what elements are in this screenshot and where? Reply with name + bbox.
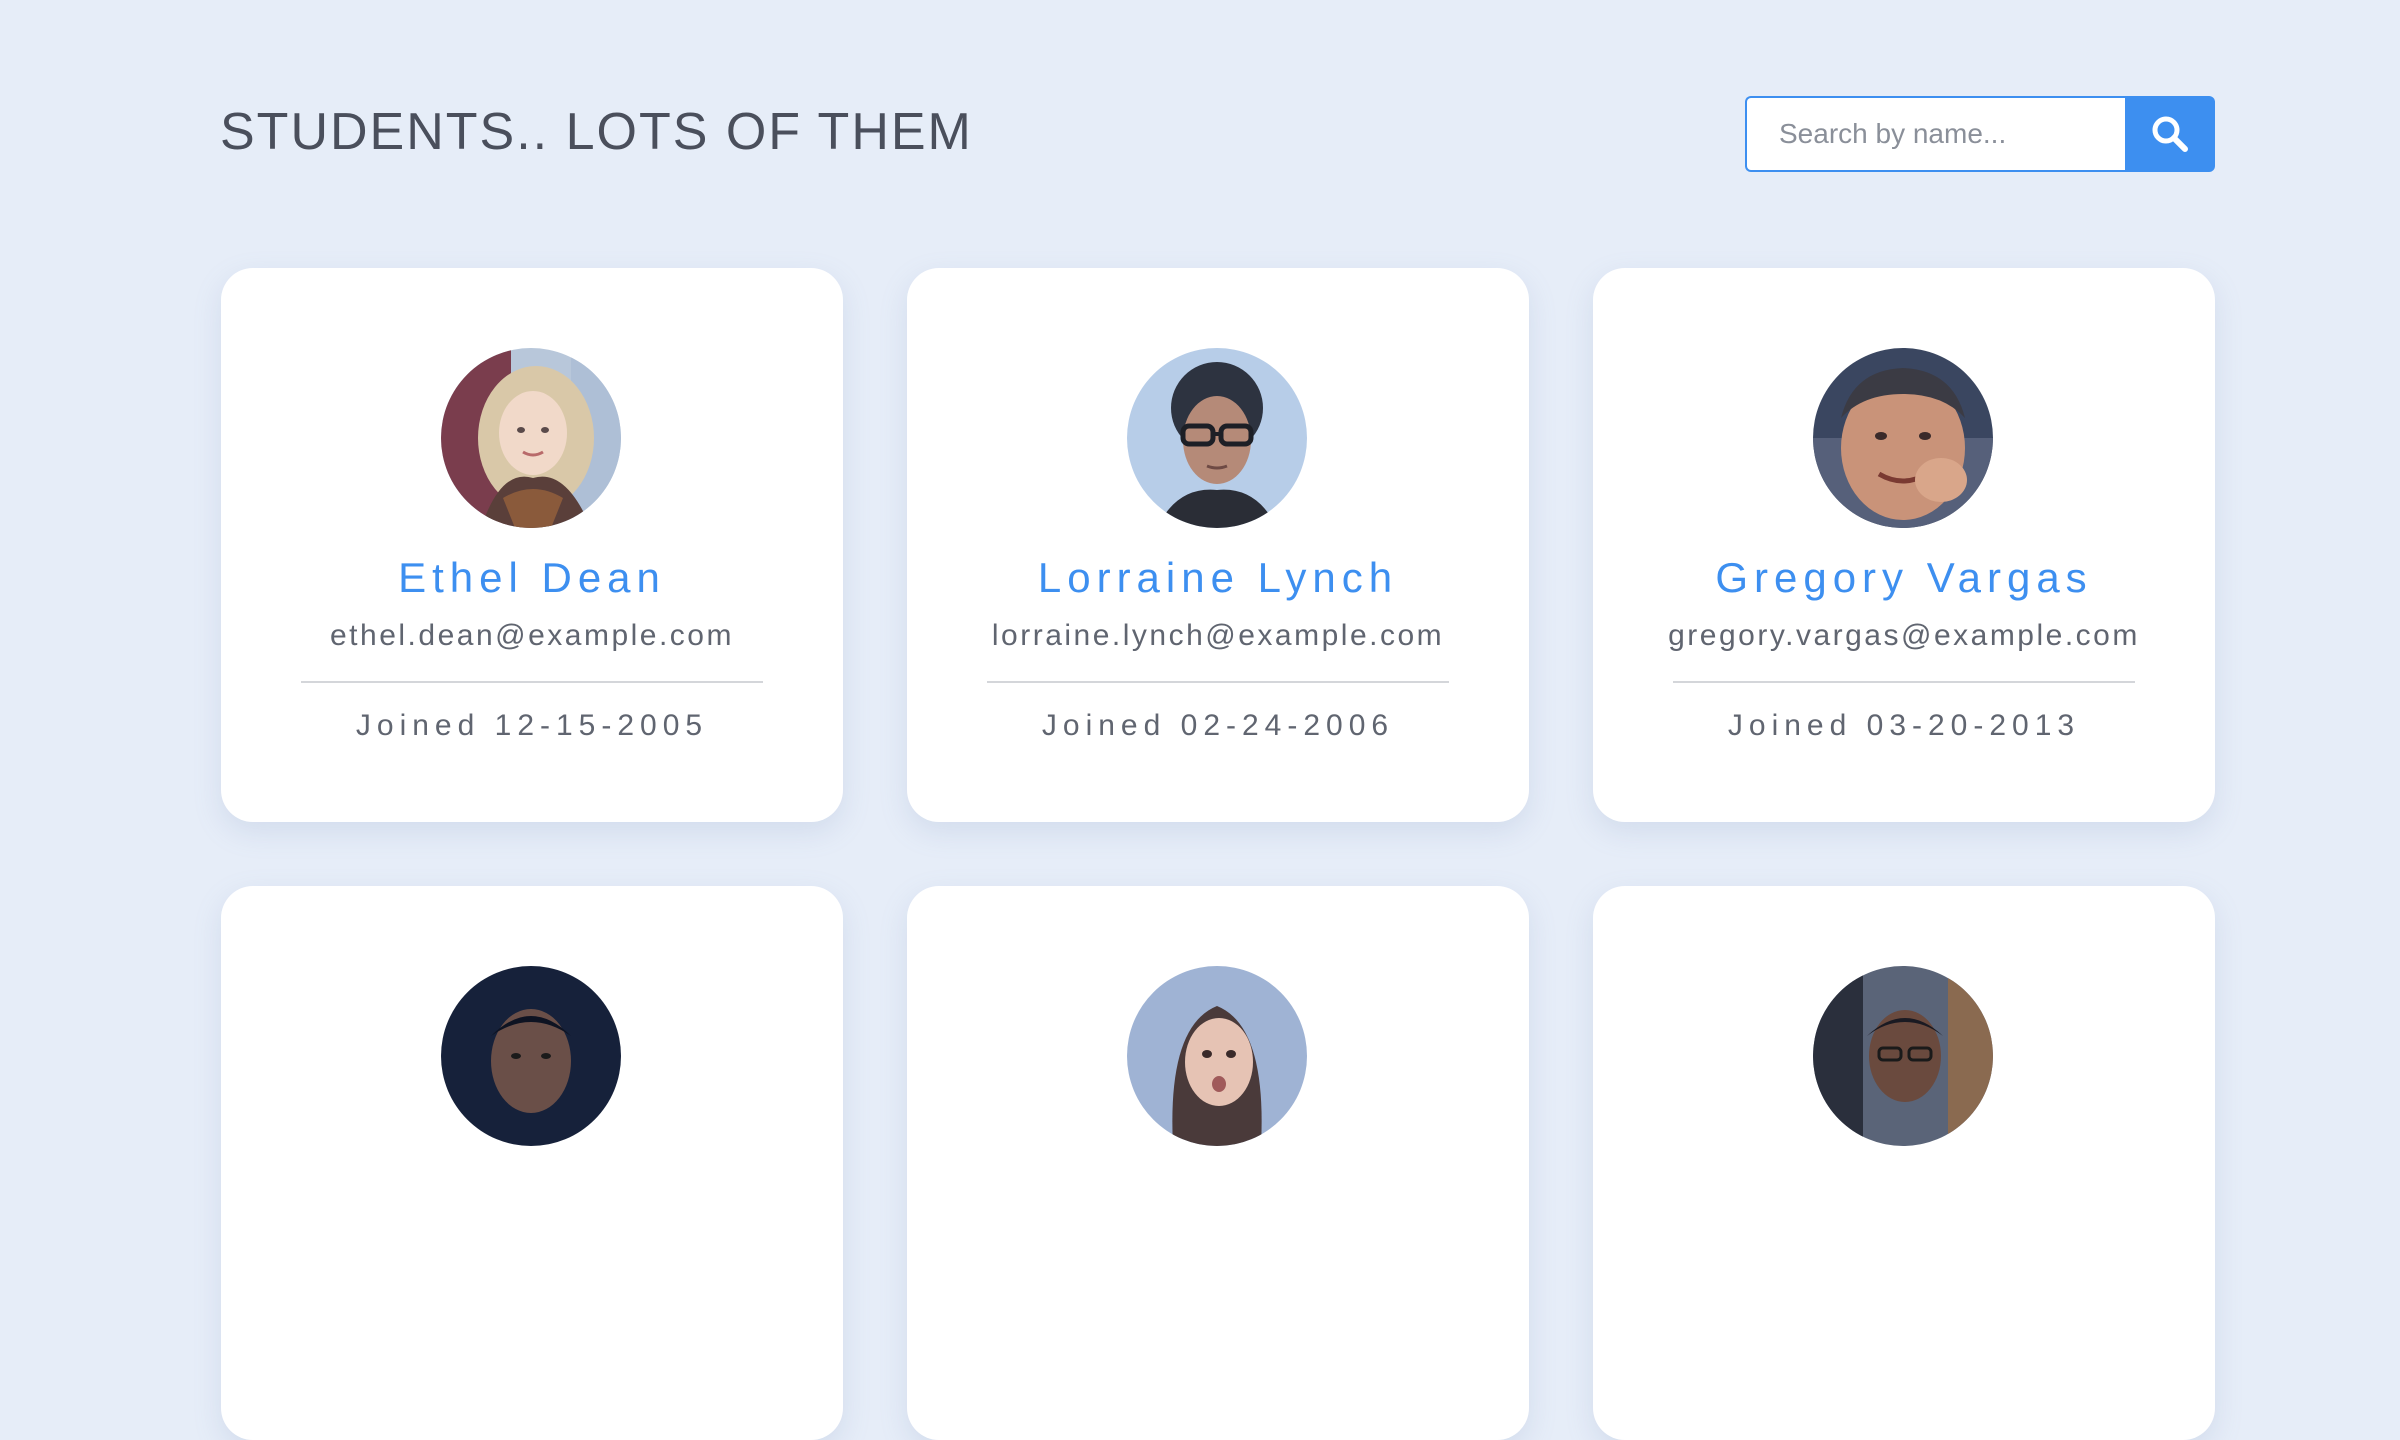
divider	[1673, 681, 2135, 683]
divider	[987, 681, 1449, 683]
student-email: gregory.vargas@example.com	[1668, 619, 2140, 652]
divider	[301, 681, 763, 683]
search-input[interactable]	[1745, 96, 2125, 172]
student-email: lorraine.lynch@example.com	[991, 619, 1445, 652]
student-card[interactable]: Gregory Vargas gregory.vargas@example.co…	[1593, 268, 2215, 822]
page-title: STUDENTS.. LOTS OF THEM	[220, 103, 973, 161]
student-name: Lorraine Lynch	[1037, 554, 1399, 601]
avatar	[1127, 966, 1307, 1146]
student-card[interactable]	[221, 886, 843, 1440]
search-bar	[1745, 96, 2215, 172]
student-email: ethel.dean@example.com	[330, 619, 734, 652]
student-joined-date: Joined 02-24-2006	[1041, 709, 1395, 742]
search-button[interactable]	[2125, 96, 2215, 172]
student-name: Gregory Vargas	[1715, 554, 2093, 601]
search-icon	[2152, 116, 2188, 152]
student-joined-date: Joined 12-15-2005	[355, 709, 709, 742]
avatar	[1127, 348, 1307, 528]
student-card[interactable]: Lorraine Lynch lorraine.lynch@example.co…	[907, 268, 1529, 822]
student-card-grid: Ethel Dean ethel.dean@example.com Joined…	[221, 268, 2215, 1440]
student-card[interactable]	[1593, 886, 2215, 1440]
student-card[interactable]: Ethel Dean ethel.dean@example.com Joined…	[221, 268, 843, 822]
avatar	[1813, 348, 1993, 528]
avatar	[441, 966, 621, 1146]
avatar	[441, 348, 621, 528]
student-card[interactable]	[907, 886, 1529, 1440]
avatar	[1813, 966, 1993, 1146]
student-joined-date: Joined 03-20-2013	[1727, 709, 2081, 742]
student-name: Ethel Dean	[398, 554, 666, 601]
